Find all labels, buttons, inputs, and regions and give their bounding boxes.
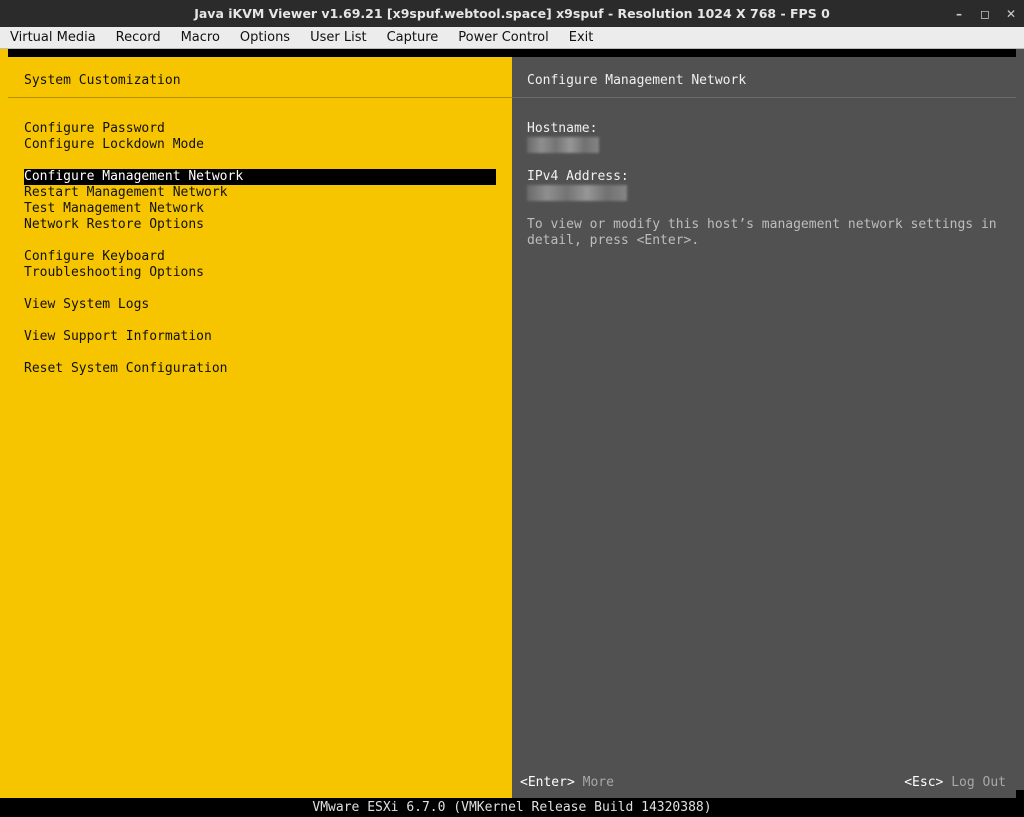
option-view-system-logs[interactable]: View System Logs: [24, 297, 496, 313]
pane-title-left: System Customization: [24, 73, 181, 88]
ipv4-value-redacted: [527, 185, 627, 201]
footer-hint-logout: <Esc> Log Out: [904, 775, 1006, 791]
more-hint: More: [582, 775, 614, 790]
right-frame: [1016, 49, 1024, 790]
option-configure-password[interactable]: Configure Password: [24, 121, 496, 137]
esxi-version-bar: VMware ESXi 6.7.0 (VMKernel Release Buil…: [0, 798, 1024, 817]
option-reset-system-configuration[interactable]: Reset System Configuration: [24, 361, 496, 377]
option-test-management-network[interactable]: Test Management Network: [24, 201, 496, 217]
pane-title-right: Configure Management Network: [527, 73, 747, 88]
menubar: Virtual Media Record Macro Options User …: [0, 27, 1024, 49]
minimize-icon[interactable]: –: [952, 7, 966, 21]
option-configure-management-network[interactable]: Configure Management Network: [24, 169, 496, 185]
customization-menu: Configure Password Configure Lockdown Mo…: [24, 121, 496, 377]
window-controls: – ◻ ✕: [952, 0, 1018, 27]
footer-hint-more: <Enter> More: [520, 775, 614, 791]
option-troubleshooting-options[interactable]: Troubleshooting Options: [24, 265, 496, 281]
close-icon[interactable]: ✕: [1004, 7, 1018, 21]
hostname-value-redacted: [527, 137, 599, 153]
divider: [8, 97, 512, 98]
menu-power-control[interactable]: Power Control: [448, 27, 558, 49]
remote-console[interactable]: System Customization Configure Password …: [0, 49, 1024, 817]
option-configure-keyboard[interactable]: Configure Keyboard: [24, 249, 496, 265]
menu-macro[interactable]: Macro: [171, 27, 230, 49]
divider: [512, 97, 1016, 98]
option-view-support-information[interactable]: View Support Information: [24, 329, 496, 345]
option-restart-management-network[interactable]: Restart Management Network: [24, 185, 496, 201]
menu-exit[interactable]: Exit: [559, 27, 604, 49]
enter-key-hint: <Enter>: [520, 775, 575, 790]
system-customization-pane: System Customization Configure Password …: [8, 57, 512, 798]
menu-record[interactable]: Record: [106, 27, 171, 49]
window-titlebar: Java iKVM Viewer v1.69.21 [x9spuf.webtoo…: [0, 0, 1024, 27]
window-title: Java iKVM Viewer v1.69.21 [x9spuf.webtoo…: [194, 6, 830, 21]
esc-key-hint: <Esc>: [904, 775, 944, 790]
option-configure-lockdown-mode[interactable]: Configure Lockdown Mode: [24, 137, 496, 153]
ipv4-label: IPv4 Address:: [527, 169, 629, 184]
menu-options[interactable]: Options: [230, 27, 300, 49]
restore-icon[interactable]: ◻: [978, 7, 992, 21]
menu-capture[interactable]: Capture: [377, 27, 449, 49]
option-network-restore-options[interactable]: Network Restore Options: [24, 217, 496, 233]
hostname-label: Hostname:: [527, 121, 598, 136]
left-frame: [0, 49, 8, 817]
menu-virtual-media[interactable]: Virtual Media: [0, 27, 106, 49]
menu-user-list[interactable]: User List: [300, 27, 377, 49]
info-text: To view or modify this host’s management…: [527, 217, 997, 248]
logout-hint: Log Out: [951, 775, 1006, 790]
details-pane: Configure Management Network Hostname: I…: [512, 57, 1016, 798]
